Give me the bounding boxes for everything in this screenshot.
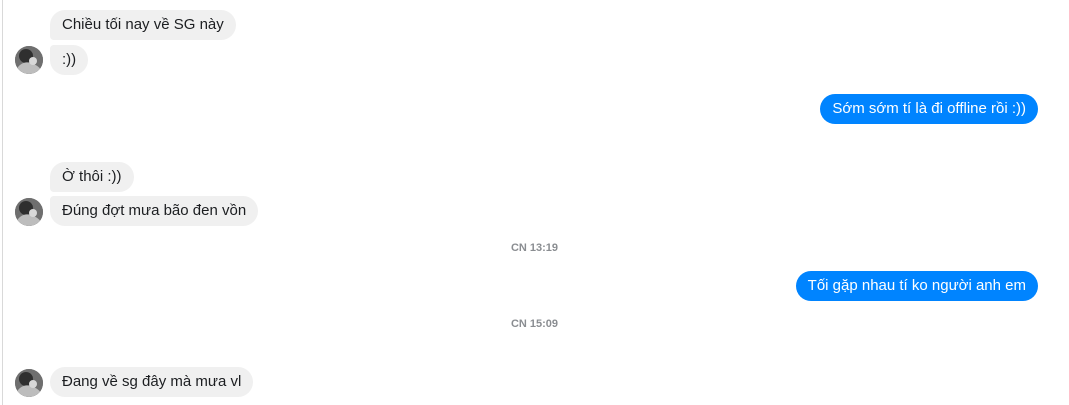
outgoing-message[interactable]: Tối gặp nhau tí ko người anh em [795,271,1038,301]
incoming-message[interactable]: Chiều tối nay về SG này [50,10,236,40]
contact-avatar[interactable] [15,46,43,74]
incoming-message[interactable]: Đúng đợt mưa bão đen vồn [50,196,259,226]
chat-panel-border [2,0,3,405]
message-timestamp: CN 15:09 [510,318,559,330]
incoming-message[interactable]: :)) [50,45,89,75]
contact-avatar[interactable] [15,198,43,226]
contact-avatar[interactable] [15,369,43,397]
message-timestamp: CN 13:19 [510,242,559,254]
outgoing-message[interactable]: Sớm sớm tí là đi offline rồi :)) [820,94,1038,124]
incoming-message[interactable]: Ờ thôi :)) [50,162,134,192]
incoming-message[interactable]: Đang về sg đây mà mưa vl [50,367,254,397]
